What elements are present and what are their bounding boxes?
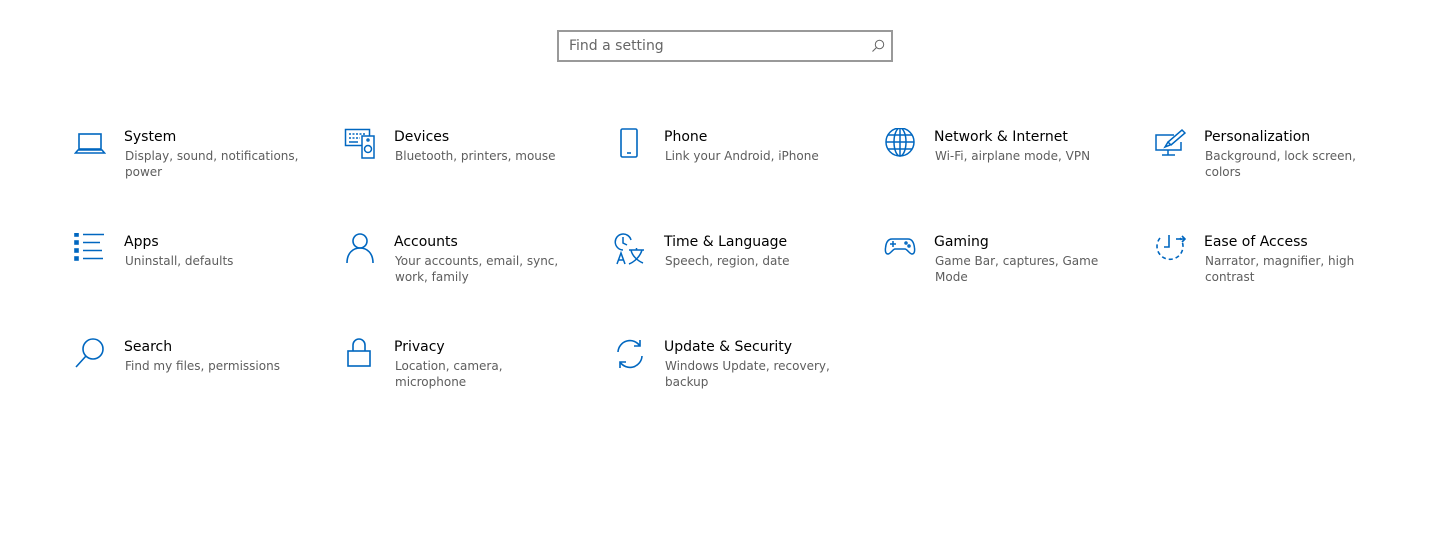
category-description: Wi-Fi, airplane mode, VPN	[935, 149, 1091, 163]
ease-of-access-icon	[1154, 233, 1186, 265]
category-search[interactable]: Search Find my files, permissions	[74, 338, 334, 418]
magnifier-icon	[74, 338, 106, 370]
category-personalization[interactable]: Personalization Background, lock screen,…	[1154, 128, 1414, 208]
category-apps[interactable]: Apps Uninstall, defaults	[74, 233, 334, 313]
category-title: Ease of Access	[1204, 234, 1308, 250]
category-description: Bluetooth, printers, mouse	[395, 149, 556, 163]
category-title: Personalization	[1204, 129, 1311, 145]
lock-icon	[344, 338, 376, 370]
category-title: Search	[124, 339, 173, 355]
apps-list-icon	[74, 233, 106, 265]
category-description: Link your Android, iPhone	[665, 149, 819, 163]
sync-arrows-icon	[614, 338, 646, 370]
category-title: Accounts	[394, 234, 458, 250]
category-phone[interactable]: Phone Link your Android, iPhone	[614, 128, 874, 208]
category-description: Background, lock screen, colors	[1205, 149, 1356, 179]
category-time-language[interactable]: Time & Language Speech, region, date	[614, 233, 874, 313]
category-description: Uninstall, defaults	[125, 254, 234, 268]
category-title: Time & Language	[664, 234, 788, 250]
laptop-icon	[74, 128, 106, 160]
category-title: Privacy	[394, 339, 445, 355]
globe-icon	[884, 128, 916, 160]
phone-icon	[614, 128, 646, 160]
keyboard-speaker-icon	[344, 128, 376, 160]
category-description: Display, sound, notifications, power	[125, 149, 299, 179]
time-language-icon	[614, 233, 646, 265]
category-update-security[interactable]: Update & Security Windows Update, recove…	[614, 338, 874, 418]
settings-home: System Display, sound, notifications, po…	[0, 0, 1447, 543]
category-description: Speech, region, date	[665, 254, 790, 268]
category-title: Phone	[664, 129, 708, 145]
category-title: Devices	[394, 129, 450, 145]
category-description: Find my files, permissions	[125, 359, 280, 373]
category-ease-of-access[interactable]: Ease of Access Narrator, magnifier, high…	[1154, 233, 1414, 313]
category-gaming[interactable]: Gaming Game Bar, captures, Game Mode	[884, 233, 1144, 313]
category-title: Update & Security	[664, 339, 793, 355]
category-title: System	[124, 129, 177, 145]
person-icon	[344, 233, 376, 265]
search-box[interactable]	[557, 30, 893, 62]
gamepad-icon	[884, 233, 916, 265]
search-input[interactable]	[559, 32, 869, 60]
category-description: Narrator, magnifier, high contrast	[1205, 254, 1355, 284]
category-description: Windows Update, recovery, backup	[665, 359, 830, 389]
category-devices[interactable]: Devices Bluetooth, printers, mouse	[344, 128, 604, 208]
category-privacy[interactable]: Privacy Location, camera, microphone	[344, 338, 604, 418]
category-description: Location, camera, microphone	[395, 359, 503, 389]
category-title: Apps	[124, 234, 159, 250]
category-system[interactable]: System Display, sound, notifications, po…	[74, 128, 334, 208]
category-accounts[interactable]: Accounts Your accounts, email, sync, wor…	[344, 233, 604, 313]
category-title: Network & Internet	[934, 129, 1068, 145]
category-description: Game Bar, captures, Game Mode	[935, 254, 1099, 284]
paint-monitor-icon	[1154, 128, 1186, 160]
category-network[interactable]: Network & Internet Wi-Fi, airplane mode,…	[884, 128, 1144, 208]
search-icon[interactable]	[871, 39, 885, 53]
category-title: Gaming	[934, 234, 989, 250]
category-description: Your accounts, email, sync, work, family	[395, 254, 559, 284]
